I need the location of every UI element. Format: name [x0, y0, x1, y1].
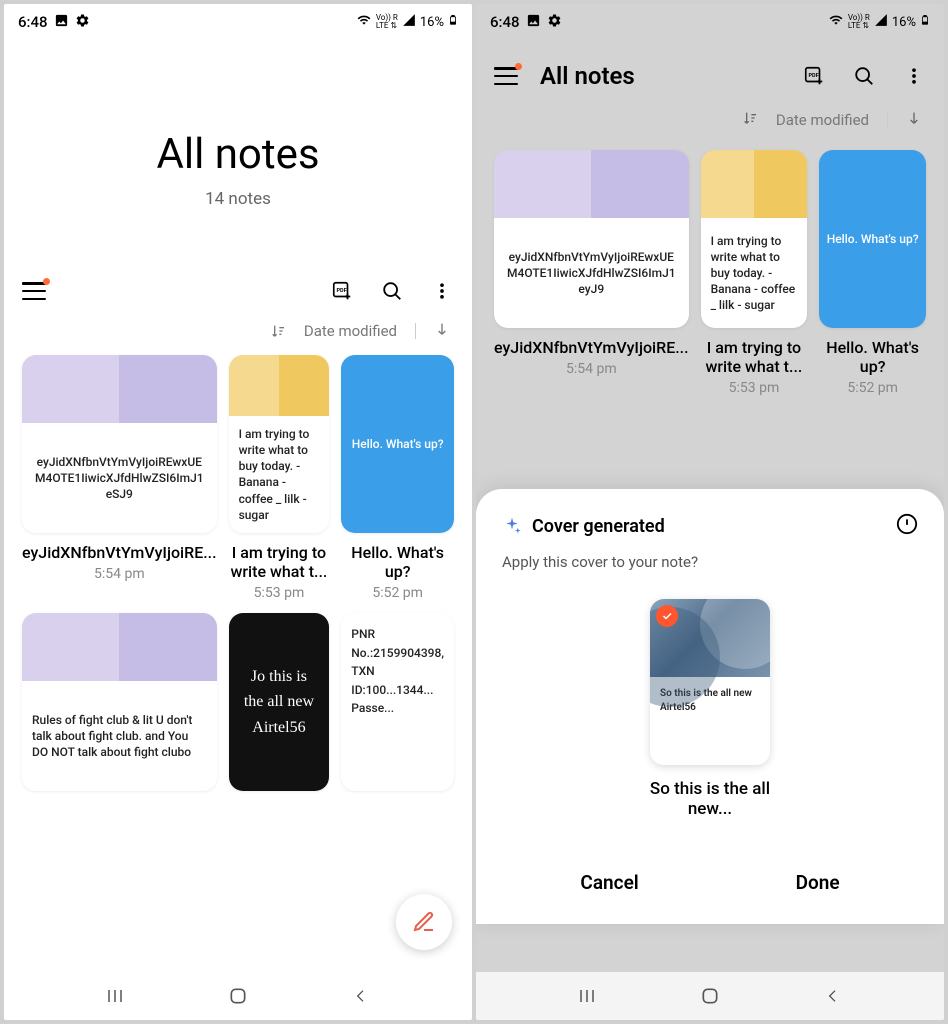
- search-button[interactable]: [380, 279, 404, 303]
- status-bar: 6:48 Vo)) RLTE ⇅ 16%: [476, 4, 944, 40]
- screen-left: 6:48 Vo)) RLTE ⇅ 16% All notes 14 notes: [4, 4, 472, 1020]
- pdf-export-button[interactable]: PDF: [330, 279, 354, 303]
- note-card[interactable]: PNR No.:2159904398, TXN ID:100...1344...…: [341, 613, 454, 791]
- notification-dot: [515, 63, 522, 70]
- sparkle-icon: [502, 516, 522, 536]
- sort-direction-button[interactable]: [906, 110, 922, 130]
- image-icon: [526, 13, 541, 32]
- status-time: 6:48: [18, 13, 48, 31]
- svg-text:PDF: PDF: [337, 288, 347, 294]
- preview-card[interactable]: So this is the all new Airtel56: [650, 599, 770, 765]
- sort-label[interactable]: Date modified: [304, 322, 397, 340]
- pdf-export-button[interactable]: PDF: [802, 64, 826, 88]
- toolbar-title: All notes: [540, 62, 635, 90]
- status-time: 6:48: [490, 13, 520, 31]
- sheet-subtitle: Apply this cover to your note?: [502, 553, 918, 571]
- note-card[interactable]: eyJidXNfbnVtYmVyIjoiREwxUEM4OTE1IiwicXJf…: [494, 150, 689, 396]
- nav-bar: [476, 972, 944, 1020]
- sort-label[interactable]: Date modified: [776, 111, 869, 129]
- svg-text:PDF: PDF: [809, 73, 819, 79]
- menu-button[interactable]: [22, 282, 46, 300]
- nav-home[interactable]: [226, 984, 250, 1008]
- sort-icon[interactable]: [742, 110, 758, 130]
- page-title: All notes: [4, 130, 472, 179]
- sort-bar: Date modified: [4, 313, 472, 355]
- sort-icon[interactable]: [270, 323, 286, 339]
- battery-percent: 16%: [420, 15, 444, 30]
- notes-grid: eyJidXNfbnVtYmVyIjoiREwxUEM4OTE1IiwicXJf…: [476, 144, 944, 396]
- sort-direction-button[interactable]: [434, 321, 450, 341]
- sheet-title: Cover generated: [532, 516, 665, 537]
- lte-icon: Vo)) RLTE ⇅: [376, 14, 398, 30]
- image-icon: [54, 13, 69, 32]
- screen-right: 6:48 Vo)) RLTE ⇅ 16% All notes PDF: [476, 4, 944, 1020]
- cover-generated-sheet: Cover generated Apply this cover to your…: [476, 489, 944, 924]
- signal-icon: [874, 13, 888, 31]
- sheet-preview: So this is the all new Airtel56 So this …: [502, 599, 918, 819]
- gear-icon: [75, 13, 90, 32]
- note-card[interactable]: eyJidXNfbnVtYmVyIjoiREwxUEM4OTE1IiwicXJf…: [22, 355, 217, 601]
- nav-back[interactable]: [821, 984, 845, 1008]
- nav-home[interactable]: [698, 984, 722, 1008]
- signal-icon: [402, 13, 416, 31]
- info-icon[interactable]: [896, 513, 918, 539]
- cancel-button[interactable]: Cancel: [550, 861, 668, 904]
- nav-back[interactable]: [349, 984, 373, 1008]
- preview-title: So this is the all new...: [640, 779, 780, 819]
- toolbar: All notes PDF: [476, 40, 944, 102]
- more-button[interactable]: [902, 64, 926, 88]
- wifi-icon: [828, 13, 844, 31]
- note-card[interactable]: Hello. What's up? Hello. What's up? 5:52…: [819, 150, 926, 396]
- done-button[interactable]: Done: [766, 861, 870, 904]
- menu-button[interactable]: [494, 67, 518, 85]
- notes-grid: eyJidXNfbnVtYmVyIjoiREwxUEM4OTE1IiwicXJf…: [4, 355, 472, 791]
- sheet-actions: Cancel Done: [502, 861, 918, 904]
- sort-bar: Date modified: [476, 102, 944, 144]
- battery-icon: [920, 12, 930, 32]
- nav-bar: [4, 972, 472, 1020]
- more-button[interactable]: [430, 279, 454, 303]
- selected-check-icon: [656, 605, 678, 627]
- nav-recents[interactable]: [575, 984, 599, 1008]
- lte-icon: Vo)) RLTE ⇅: [848, 14, 870, 30]
- note-card[interactable]: Jo this is the all new Airtel56: [229, 613, 330, 791]
- search-button[interactable]: [852, 64, 876, 88]
- battery-icon: [448, 12, 458, 32]
- page-subtitle: 14 notes: [4, 189, 472, 209]
- status-bar: 6:48 Vo)) RLTE ⇅ 16%: [4, 4, 472, 40]
- header-large: All notes 14 notes: [4, 40, 472, 269]
- divider: [415, 323, 416, 339]
- nav-recents[interactable]: [103, 984, 127, 1008]
- note-card[interactable]: Hello. What's up? Hello. What's up? 5:52…: [341, 355, 454, 601]
- compose-fab[interactable]: [396, 894, 452, 950]
- toolbar: PDF: [4, 269, 472, 313]
- wifi-icon: [356, 13, 372, 31]
- notification-dot: [43, 278, 50, 285]
- note-card[interactable]: I am trying to write what to buy today. …: [701, 150, 808, 396]
- note-card[interactable]: Rules of fight club & lit U don't talk a…: [22, 613, 217, 791]
- battery-percent: 16%: [892, 15, 916, 30]
- gear-icon: [547, 13, 562, 32]
- divider: [887, 112, 888, 128]
- note-card[interactable]: I am trying to write what to buy today. …: [229, 355, 330, 601]
